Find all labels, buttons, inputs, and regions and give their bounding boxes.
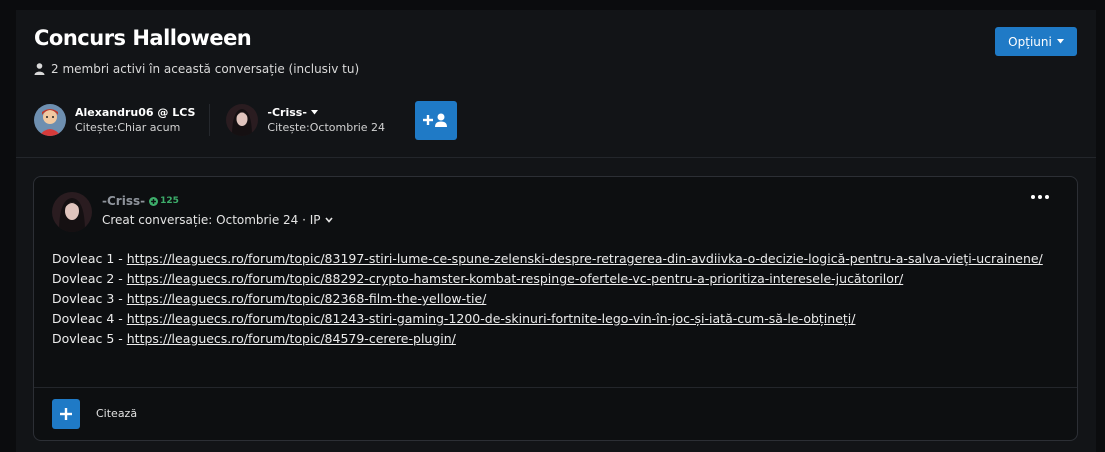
add-user-icon xyxy=(423,113,448,127)
conversation-post: -Criss- 125 Creat conversație: Octombrie… xyxy=(33,176,1078,441)
post-divider xyxy=(34,387,1077,388)
user-icon xyxy=(34,63,45,75)
list-item: Dovleac 5 - https://leaguecs.ro/forum/to… xyxy=(52,329,1052,349)
participant-criss[interactable]: -Criss- Citește:Octombrie 24 xyxy=(209,104,399,136)
members-info: 2 membri activi în această conversație (… xyxy=(34,62,359,76)
post-author: -Criss- 125 xyxy=(102,194,179,208)
item-label: Dovleac 4 - xyxy=(52,311,127,326)
author-avatar[interactable] xyxy=(52,192,92,232)
page-title: Concurs Halloween xyxy=(34,26,252,50)
reputation-count: 125 xyxy=(160,196,179,206)
participant-name[interactable]: -Criss- xyxy=(267,105,307,120)
members-info-text: 2 membri activi în această conversație (… xyxy=(51,62,360,76)
more-options-icon[interactable] xyxy=(1031,195,1049,199)
topic-link[interactable]: https://leaguecs.ro/forum/topic/82368-fi… xyxy=(127,291,487,306)
item-label: Dovleac 1 - xyxy=(52,251,127,266)
post-meta[interactable]: Creat conversație: Octombrie 24 · IP xyxy=(102,213,333,227)
reputation-badge: 125 xyxy=(149,196,179,206)
topic-link[interactable]: https://leaguecs.ro/forum/topic/88292-cr… xyxy=(127,271,903,286)
header-divider xyxy=(16,157,1096,158)
participant-name-row[interactable]: -Criss- xyxy=(267,105,385,120)
conversation-panel: Concurs Halloween 2 membri activi în ace… xyxy=(16,10,1096,452)
item-label: Dovleac 3 - xyxy=(52,291,127,306)
avatar[interactable] xyxy=(226,104,259,136)
participant-name[interactable]: Alexandru06 @ LCS xyxy=(75,105,195,120)
author-name[interactable]: -Criss- xyxy=(102,194,145,208)
quote-label[interactable]: Citează xyxy=(96,407,137,420)
options-label: Opțiuni xyxy=(1008,34,1052,49)
read-label: Citește: xyxy=(75,121,118,134)
add-participant-button[interactable] xyxy=(415,100,458,140)
participant-read-status: Citește:Chiar acum xyxy=(75,120,195,135)
list-item: Dovleac 2 - https://leaguecs.ro/forum/to… xyxy=(52,269,1052,289)
topic-link[interactable]: https://leaguecs.ro/forum/topic/84579-ce… xyxy=(127,331,456,346)
read-time: Chiar acum xyxy=(117,121,181,134)
participant-alexandru06[interactable]: Alexandru06 @ LCS Citește:Chiar acum xyxy=(34,104,209,136)
topic-link[interactable]: https://leaguecs.ro/forum/topic/83197-st… xyxy=(127,251,1043,266)
options-button[interactable]: Opțiuni xyxy=(995,27,1077,56)
quote-button[interactable] xyxy=(52,399,80,429)
item-label: Dovleac 5 - xyxy=(52,331,127,346)
list-item: Dovleac 1 - https://leaguecs.ro/forum/to… xyxy=(52,249,1052,269)
topic-link[interactable]: https://leaguecs.ro/forum/topic/81243-st… xyxy=(127,311,856,326)
participants-bar: Alexandru06 @ LCS Citește:Chiar acum -Cr… xyxy=(34,100,458,140)
caret-down-icon[interactable] xyxy=(310,110,318,115)
list-item: Dovleac 3 - https://leaguecs.ro/forum/to… xyxy=(52,289,1052,309)
item-label: Dovleac 2 - xyxy=(52,271,127,286)
caret-down-icon xyxy=(1056,39,1064,44)
plus-icon xyxy=(60,408,72,420)
avatar[interactable] xyxy=(34,104,66,136)
plus-circle-icon xyxy=(149,196,159,206)
chevron-down-icon[interactable] xyxy=(324,217,333,223)
participant-read-status: Citește:Octombrie 24 xyxy=(267,120,385,135)
read-label: Citește: xyxy=(267,121,310,134)
list-item: Dovleac 4 - https://leaguecs.ro/forum/to… xyxy=(52,309,1052,329)
read-time: Octombrie 24 xyxy=(309,121,386,134)
post-body: Dovleac 1 - https://leaguecs.ro/forum/to… xyxy=(52,249,1052,349)
post-meta-text[interactable]: Creat conversație: Octombrie 24 · IP xyxy=(102,213,321,227)
